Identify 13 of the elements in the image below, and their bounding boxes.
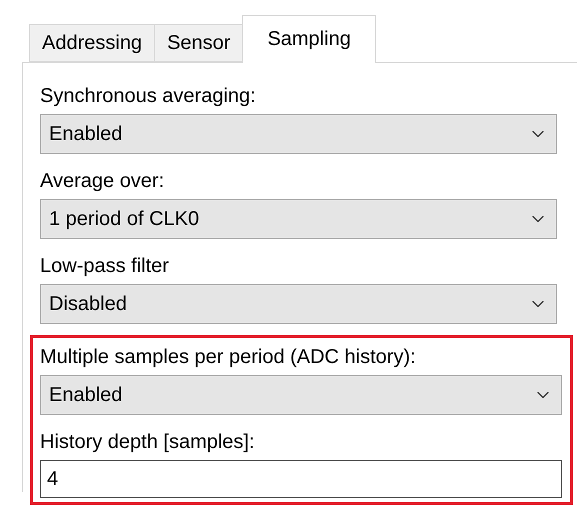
dropdown[interactable]: Enabled [40,114,557,154]
dropdown[interactable]: 1 period of CLK0 [40,199,557,239]
field-label: Average over: [40,169,166,193]
field-label: Multiple samples per period (ADC history): [40,345,417,369]
field-label: Low-pass filter [40,254,170,278]
dropdown[interactable]: Disabled [40,284,557,324]
field-label: Synchronous averaging: [40,84,257,108]
dropdown[interactable]: Enabled [40,375,562,415]
tab[interactable]: Sampling [242,15,376,63]
field-label: History depth [samples]: [40,430,256,454]
text-field[interactable]: 4 [40,460,562,498]
tab[interactable]: Addressing [29,24,156,62]
tab[interactable]: Sensor [154,24,244,62]
